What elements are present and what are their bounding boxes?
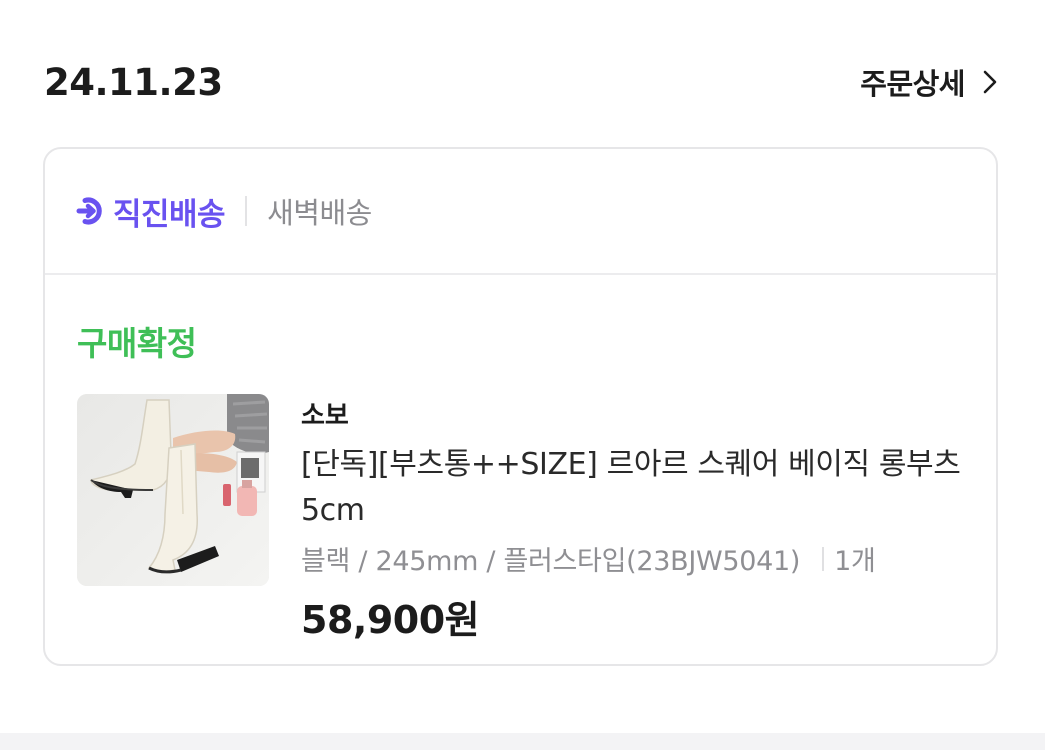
delivery-row: 직진배송 새벽배송: [45, 149, 996, 275]
order-header: 24.11.23 주문상세: [44, 56, 1001, 108]
product-name[interactable]: [단독][부츠통++SIZE] 르아르 스퀘어 베이직 롱부츠 5cm: [301, 442, 981, 534]
section-divider-band: [0, 733, 1045, 750]
product-option-row: 블랙 / 245mm / 플러스타입(23BJW5041) 1개: [301, 539, 876, 578]
product-brand[interactable]: 소보: [301, 395, 349, 432]
order-card: 직진배송 새벽배송 구매확정 소보 [단독][부츠통++SIZE] 르아르 스퀘…: [43, 147, 998, 666]
arrow-circle-right-icon: [76, 197, 102, 225]
direct-delivery-badge: 직진배송: [76, 189, 226, 234]
order-date: 24.11.23: [44, 60, 223, 104]
product-photo: [77, 394, 269, 586]
delivery-divider: [245, 196, 248, 226]
product-option: 블랙 / 245mm / 플러스타입(23BJW5041): [301, 546, 801, 577]
direct-delivery-label: 직진배송: [113, 196, 226, 233]
purchase-status: 구매확정: [77, 324, 197, 363]
quantity-divider: [822, 546, 825, 571]
product-price: 58,900원: [301, 598, 480, 642]
order-detail-label: 주문상세: [860, 67, 965, 101]
dawn-delivery-label: 새벽배송: [267, 196, 372, 230]
product-quantity: 1개: [834, 546, 876, 577]
order-detail-link[interactable]: 주문상세: [860, 61, 1001, 103]
chevron-right-icon: [983, 70, 997, 94]
product-image[interactable]: [77, 394, 269, 586]
